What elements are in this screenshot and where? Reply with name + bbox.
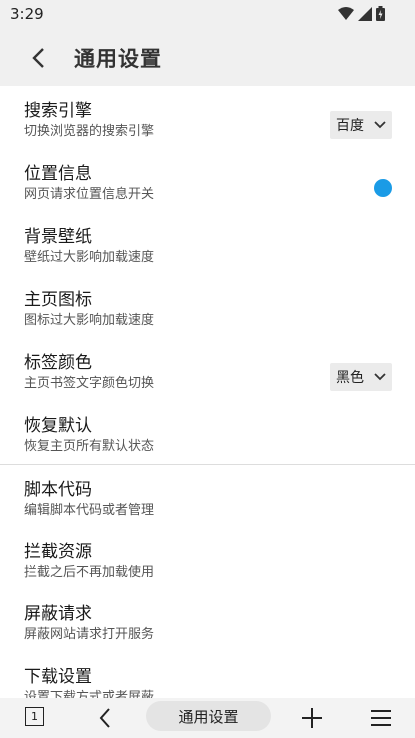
- setting-subtitle: 拦截之后不再加载使用: [24, 565, 155, 580]
- setting-script-code[interactable]: 脚本代码 编辑脚本代码或者管理: [0, 465, 415, 527]
- plus-icon: [302, 708, 322, 728]
- menu-button[interactable]: [366, 703, 396, 733]
- setting-block-requests[interactable]: 屏蔽请求 屏蔽网站请求打开服务: [0, 589, 415, 651]
- setting-location[interactable]: 位置信息 网页请求位置信息开关: [0, 149, 415, 211]
- setting-title: 背景壁纸: [24, 227, 92, 247]
- chevron-left-icon: [32, 48, 44, 68]
- chevron-down-icon: [374, 121, 386, 129]
- chevron-down-icon: [374, 373, 386, 381]
- back-button[interactable]: [24, 44, 52, 72]
- menu-icon: [371, 710, 391, 726]
- tab-count-button[interactable]: 1: [25, 707, 44, 726]
- tab-count: 1: [31, 710, 38, 723]
- setting-subtitle: 屏蔽网站请求打开服务: [24, 627, 155, 642]
- setting-subtitle: 主页书签文字颜色切换: [24, 376, 155, 391]
- settings-list: 搜索引擎 切换浏览器的搜索引擎 百度 位置信息 网页请求位置信息开关 背景壁纸 …: [0, 86, 415, 698]
- setting-subtitle: 编辑脚本代码或者管理: [24, 503, 155, 518]
- battery-icon: [376, 6, 385, 21]
- setting-title: 标签颜色: [24, 353, 92, 373]
- setting-subtitle: 网页请求位置信息开关: [24, 187, 155, 202]
- current-page-label: 通用设置: [178, 707, 239, 726]
- setting-home-icons[interactable]: 主页图标 图标过大影响加载速度: [0, 275, 415, 337]
- setting-search-engine[interactable]: 搜索引擎 切换浏览器的搜索引擎 百度: [0, 86, 415, 148]
- bottom-toolbar: 1 通用设置: [0, 698, 415, 738]
- search-engine-select[interactable]: 百度: [330, 111, 392, 139]
- status-time: 3:29: [10, 5, 44, 23]
- location-toggle[interactable]: [374, 179, 392, 197]
- select-value: 百度: [336, 118, 364, 134]
- nav-back-button[interactable]: [90, 703, 120, 733]
- setting-title: 位置信息: [24, 164, 92, 184]
- signal-icon: [358, 6, 372, 21]
- select-value: 黑色: [336, 370, 364, 386]
- setting-subtitle: 设置下载方式或者屏蔽: [24, 690, 155, 698]
- new-tab-button[interactable]: [297, 703, 327, 733]
- setting-block-resources[interactable]: 拦截资源 拦截之后不再加载使用: [0, 527, 415, 589]
- setting-wallpaper[interactable]: 背景壁纸 壁纸过大影响加载速度: [0, 212, 415, 274]
- wifi-icon: [338, 6, 354, 20]
- status-icons: [338, 6, 385, 21]
- setting-subtitle: 恢复主页所有默认状态: [24, 439, 155, 454]
- setting-subtitle: 壁纸过大影响加载速度: [24, 250, 155, 265]
- chevron-left-icon: [99, 708, 110, 728]
- setting-download[interactable]: 下载设置 设置下载方式或者屏蔽: [0, 652, 415, 698]
- setting-subtitle: 图标过大影响加载速度: [24, 313, 155, 328]
- current-page-pill[interactable]: 通用设置: [146, 701, 271, 731]
- status-bar: 3:29: [0, 0, 415, 30]
- setting-restore-default[interactable]: 恢复默认 恢复主页所有默认状态: [0, 401, 415, 463]
- setting-subtitle: 切换浏览器的搜索引擎: [24, 124, 155, 139]
- setting-title: 恢复默认: [24, 416, 92, 436]
- setting-title: 拦截资源: [24, 542, 92, 562]
- setting-title: 屏蔽请求: [24, 604, 92, 624]
- setting-title: 主页图标: [24, 290, 92, 310]
- setting-label-color[interactable]: 标签颜色 主页书签文字颜色切换 黑色: [0, 338, 415, 400]
- app-header: 通用设置: [0, 30, 415, 86]
- label-color-select[interactable]: 黑色: [330, 363, 392, 391]
- setting-title: 脚本代码: [24, 480, 92, 500]
- page-title: 通用设置: [74, 47, 162, 71]
- setting-title: 搜索引擎: [24, 101, 92, 121]
- setting-title: 下载设置: [24, 667, 92, 687]
